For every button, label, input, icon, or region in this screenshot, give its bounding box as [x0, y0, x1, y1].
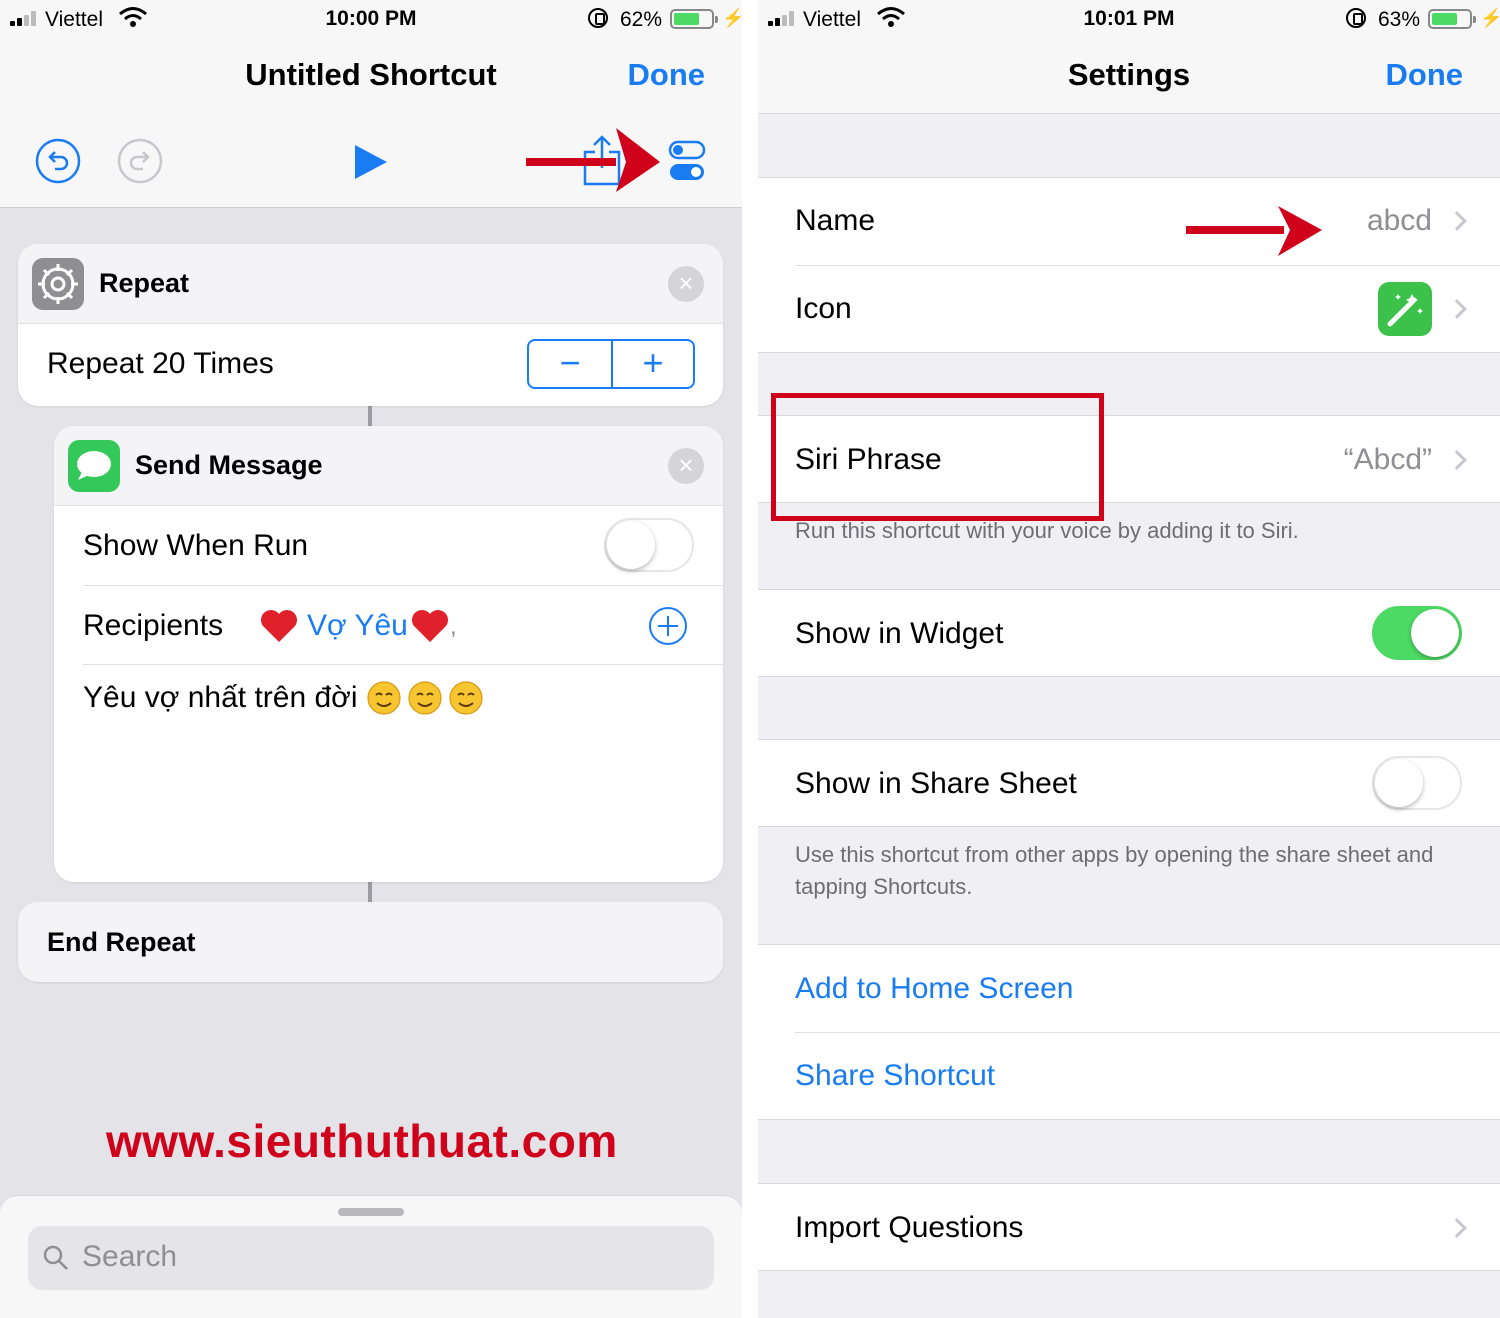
repeat-count-label: Repeat 20 Times [47, 347, 274, 380]
share-shortcut-button[interactable]: Share Shortcut [795, 1059, 995, 1093]
play-icon[interactable] [352, 142, 390, 182]
share-sheet-footnote: Use this shortcut from other apps by ope… [795, 842, 1434, 899]
orientation-lock-icon [1346, 8, 1366, 28]
show-in-share-sheet-label: Show in Share Sheet [795, 767, 1077, 800]
repeat-title: Repeat [99, 268, 190, 298]
repeat-count-stepper[interactable]: − + [527, 339, 695, 389]
search-icon [43, 1245, 68, 1270]
show-when-run-label: Show When Run [83, 529, 309, 562]
shortcut-actions-group: Add to Home Screen Share Shortcut [758, 944, 1500, 1120]
name-icon-group: Name abcd Icon [758, 177, 1500, 353]
decrement-button[interactable]: − [529, 341, 611, 387]
orientation-lock-icon [588, 8, 608, 28]
redo-icon[interactable] [117, 138, 163, 184]
gear-icon [32, 258, 84, 310]
sheet-grabber[interactable] [338, 1208, 404, 1216]
search-input[interactable]: Search [28, 1226, 714, 1290]
message-body[interactable]: Yêu vợ nhất trên đời [83, 681, 358, 715]
smiling-emoji-icon [367, 681, 483, 715]
close-icon[interactable]: × [668, 266, 704, 302]
editor-toolbar [0, 114, 742, 208]
flow-connector [368, 406, 372, 426]
undo-icon[interactable] [35, 138, 81, 184]
end-repeat-card[interactable]: End Repeat [18, 902, 723, 982]
show-in-share-sheet-row: Show in Share Sheet [758, 739, 1500, 827]
shortcut-settings-screen: Viettel 10:01 PM 63% ⚡ Settings Done Nam… [758, 0, 1500, 1318]
done-button[interactable]: Done [1386, 57, 1464, 93]
shortcut-editor-screen: Viettel 10:00 PM 62% ⚡ Untitled Shortcut… [0, 0, 742, 1318]
charging-icon: ⚡ [722, 8, 742, 28]
send-message-action-card[interactable]: Send Message × Show When Run Recipients … [54, 426, 723, 882]
magic-wand-icon [1378, 282, 1432, 336]
navigation-bar: Settings Done [758, 40, 1500, 114]
import-questions-row[interactable]: Import Questions [758, 1183, 1500, 1271]
show-in-widget-label: Show in Widget [795, 617, 1004, 650]
import-questions-label: Import Questions [795, 1211, 1024, 1244]
chevron-right-icon [1447, 1218, 1467, 1238]
search-placeholder: Search [82, 1240, 178, 1273]
messages-icon [68, 440, 120, 492]
row-separator [795, 1032, 1500, 1033]
send-message-title: Send Message [135, 450, 323, 480]
battery-icon [1428, 9, 1476, 29]
watermark-text: www.sieuthuthuat.com [106, 1115, 618, 1167]
chevron-right-icon [1447, 450, 1467, 470]
battery-percent: 63% [1378, 8, 1421, 31]
row-separator [83, 585, 723, 586]
status-bar: Viettel 10:01 PM 63% ⚡ [758, 0, 1500, 40]
name-value: abcd [1366, 204, 1432, 237]
done-button[interactable]: Done [628, 57, 706, 93]
icon-label: Icon [795, 292, 852, 325]
chevron-right-icon [1447, 211, 1467, 231]
heart-icon [261, 610, 297, 642]
settings-toggles-icon[interactable] [668, 140, 708, 182]
charging-icon: ⚡ [1480, 8, 1500, 28]
heart-icon [412, 610, 448, 642]
increment-button[interactable]: + [611, 341, 693, 387]
recipient-name[interactable]: Vợ Yêu [307, 609, 408, 643]
siri-phrase-value: “Abcd” [1343, 443, 1432, 476]
navigation-bar: Untitled Shortcut Done [0, 40, 742, 114]
screen-divider [742, 0, 758, 1318]
red-arrow-icon [526, 128, 660, 192]
red-arrow-icon [1186, 206, 1322, 256]
show-when-run-toggle[interactable] [604, 518, 694, 572]
show-in-widget-toggle[interactable] [1372, 606, 1462, 660]
name-row[interactable]: Name abcd [758, 178, 1500, 265]
close-icon[interactable]: × [668, 448, 704, 484]
name-label: Name [795, 204, 876, 237]
show-in-share-sheet-toggle[interactable] [1372, 756, 1462, 810]
chevron-right-icon [1447, 299, 1467, 319]
highlight-box [771, 393, 1104, 521]
icon-row[interactable]: Icon [758, 266, 1500, 353]
actions-sheet: Search [0, 1195, 742, 1318]
show-in-widget-row: Show in Widget [758, 589, 1500, 677]
battery-icon [670, 9, 718, 29]
status-bar: Viettel 10:00 PM 62% ⚡ [0, 0, 742, 40]
end-repeat-title: End Repeat [47, 927, 196, 957]
add-to-home-screen-button[interactable]: Add to Home Screen [795, 972, 1073, 1006]
message-text: Yêu vợ nhất trên đời [83, 681, 358, 714]
recipient-separator: , [450, 613, 457, 640]
add-circle-icon[interactable] [648, 606, 688, 646]
flow-connector [368, 882, 372, 902]
row-separator [83, 664, 723, 665]
recipients-label: Recipients [83, 609, 224, 642]
battery-percent: 62% [620, 8, 663, 31]
